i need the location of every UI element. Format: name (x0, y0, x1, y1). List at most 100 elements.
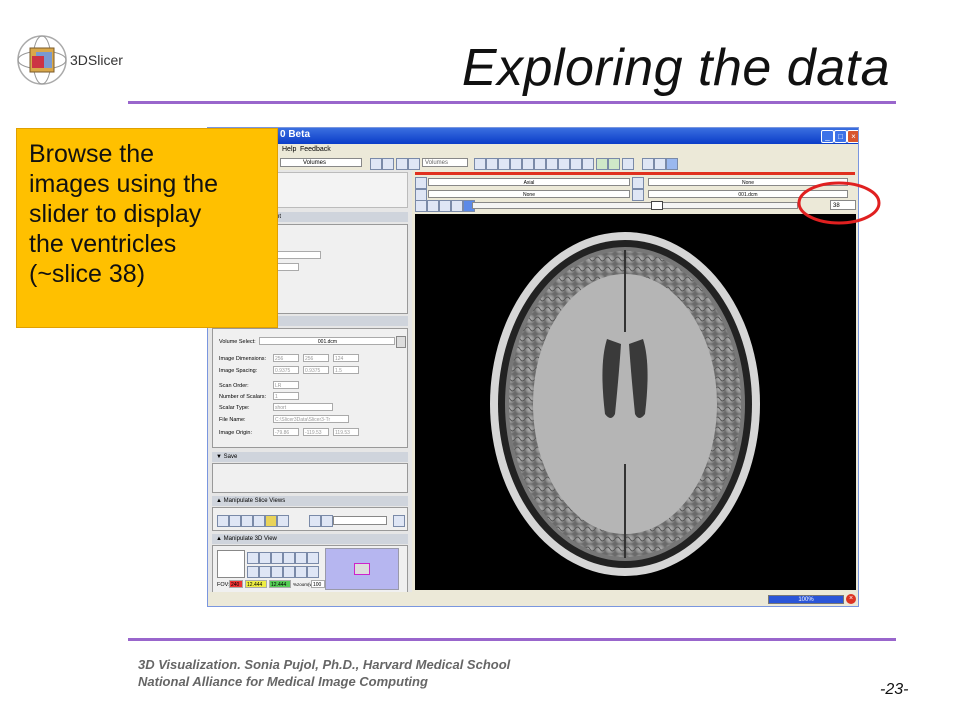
field-label: Scan Order: (219, 383, 249, 389)
module-search-icon[interactable] (408, 158, 420, 170)
image-dim-x: 256 (273, 354, 299, 362)
3d-view-icon[interactable] (283, 552, 295, 564)
section-header-save[interactable]: ▼ Save (212, 452, 408, 462)
layer-toggle-icon[interactable] (632, 177, 644, 189)
3d-view-icon[interactable] (247, 552, 259, 564)
slice-view-icon[interactable] (217, 515, 229, 527)
section-header-3d-view[interactable]: ▲ Manipulate 3D View (212, 534, 408, 544)
volume-select-spinner-icon[interactable] (396, 336, 406, 348)
slicer-logo-icon (17, 35, 67, 85)
crosshair-icon[interactable] (277, 515, 289, 527)
models-icon[interactable] (522, 158, 534, 170)
display-field[interactable] (277, 251, 321, 259)
undo-icon[interactable] (596, 158, 608, 170)
3d-view-icon[interactable] (283, 566, 295, 578)
slice-view-icon[interactable] (321, 515, 333, 527)
volume-select-label: Volume Select: (219, 339, 256, 345)
app-titlebar: 0 Beta _ □ × (208, 128, 858, 144)
zoom-value[interactable]: 100 (311, 580, 325, 588)
3d-view-icon[interactable] (307, 566, 319, 578)
search-input[interactable]: Volumes (422, 158, 468, 167)
redo-icon[interactable] (608, 158, 620, 170)
place-mode-icon[interactable] (654, 158, 666, 170)
slice-view-icon[interactable] (309, 515, 321, 527)
module-select[interactable]: Volumes (280, 158, 362, 167)
orientation-select[interactable]: Axial (428, 178, 630, 186)
field-label: Image Dimensions: (219, 356, 267, 362)
3d-view-icon[interactable] (271, 552, 283, 564)
info-section: Volume Select: 001.dcm Image Dimensions:… (212, 328, 408, 448)
slice-views-slider[interactable] (333, 516, 387, 525)
forward-icon[interactable] (382, 158, 394, 170)
menu-feedback[interactable]: Feedback (300, 146, 331, 153)
slicer-logo: 3DSlicer (12, 30, 152, 90)
pin-icon[interactable] (415, 177, 427, 189)
transforms-icon[interactable] (582, 158, 594, 170)
menu-help[interactable]: Help (282, 146, 296, 153)
footer-line: National Alliance for Medical Image Comp… (138, 674, 428, 689)
view-mode-icon[interactable] (666, 158, 678, 170)
search-icon[interactable] (474, 158, 486, 170)
slice-view-icon[interactable] (229, 515, 241, 527)
editor-icon[interactable] (546, 158, 558, 170)
save-section-label: Save (223, 454, 238, 460)
field-label: Scalar Type: (219, 405, 250, 411)
image-origin-y: -119.53 (303, 428, 329, 436)
minimize-icon[interactable]: _ (821, 130, 834, 143)
layout-icon[interactable] (622, 158, 634, 170)
3d-view-thumbnail (325, 548, 399, 590)
3d-view-thumbnail-marker (354, 563, 370, 575)
3d-view-icon[interactable] (295, 566, 307, 578)
display-dropdown[interactable] (277, 263, 299, 271)
callout-line: images using the (29, 170, 219, 198)
maximize-icon[interactable]: □ (834, 130, 847, 143)
3d-view-icon[interactable] (307, 552, 319, 564)
footer-divider (128, 638, 896, 641)
fov-green-value[interactable]: 12.444 (269, 580, 291, 588)
3d-view-icon[interactable] (247, 566, 259, 578)
progress-bar: 100% (768, 595, 844, 604)
field-label: Image Origin: (219, 430, 253, 436)
measure-icon[interactable] (570, 158, 582, 170)
volumes-icon[interactable] (510, 158, 522, 170)
close-icon[interactable]: × (847, 130, 858, 143)
slice-view-icon[interactable] (265, 515, 277, 527)
instruction-callout: Browse the images using the slider to di… (16, 128, 278, 328)
grid-icon[interactable] (439, 200, 451, 212)
data-icon[interactable] (498, 158, 510, 170)
slice-option-icon[interactable] (415, 200, 427, 212)
slice-view-red[interactable] (415, 214, 856, 590)
menu-bar: Help Feedback (208, 144, 858, 156)
view-orientation-icon[interactable] (217, 550, 245, 578)
home-icon[interactable] (486, 158, 498, 170)
label-layer-select[interactable]: None (428, 190, 630, 198)
3d-view-icon[interactable] (295, 552, 307, 564)
3d-view-icon[interactable] (271, 566, 283, 578)
volume-select[interactable]: 001.dcm (259, 337, 395, 345)
3d-view-icon[interactable] (259, 552, 271, 564)
slice-slider-thumb[interactable] (651, 201, 663, 210)
slice-view-icon[interactable] (253, 515, 265, 527)
brain-mri-image (490, 232, 760, 576)
layer-toggle-icon[interactable] (632, 189, 644, 201)
3d-view-icon[interactable] (259, 566, 271, 578)
slice-view-icon[interactable] (241, 515, 253, 527)
slice-slider[interactable] (472, 201, 798, 210)
callout-line: Browse the (29, 140, 155, 168)
image-dim-y: 256 (303, 354, 329, 362)
slice-view-icon[interactable] (393, 515, 405, 527)
mouse-mode-icon[interactable] (642, 158, 654, 170)
file-name-value: C:\Slicer3Data\Slicer3-Tr (273, 415, 349, 423)
back-icon[interactable] (370, 158, 382, 170)
section-header-slice-views[interactable]: ▲ Manipulate Slice Views (212, 496, 408, 506)
slice-views-label: Manipulate Slice Views (223, 498, 286, 504)
image-origin-z: 119.53 (333, 428, 359, 436)
module-list-icon[interactable] (396, 158, 408, 170)
color-icon[interactable] (451, 200, 463, 212)
fov-red-value[interactable]: 240 (229, 580, 243, 588)
visibility-icon[interactable] (427, 200, 439, 212)
fiducials-icon[interactable] (534, 158, 546, 170)
stop-icon[interactable]: × (846, 594, 856, 604)
fov-yellow-value[interactable]: 12.444 (245, 580, 267, 588)
colors-icon[interactable] (558, 158, 570, 170)
